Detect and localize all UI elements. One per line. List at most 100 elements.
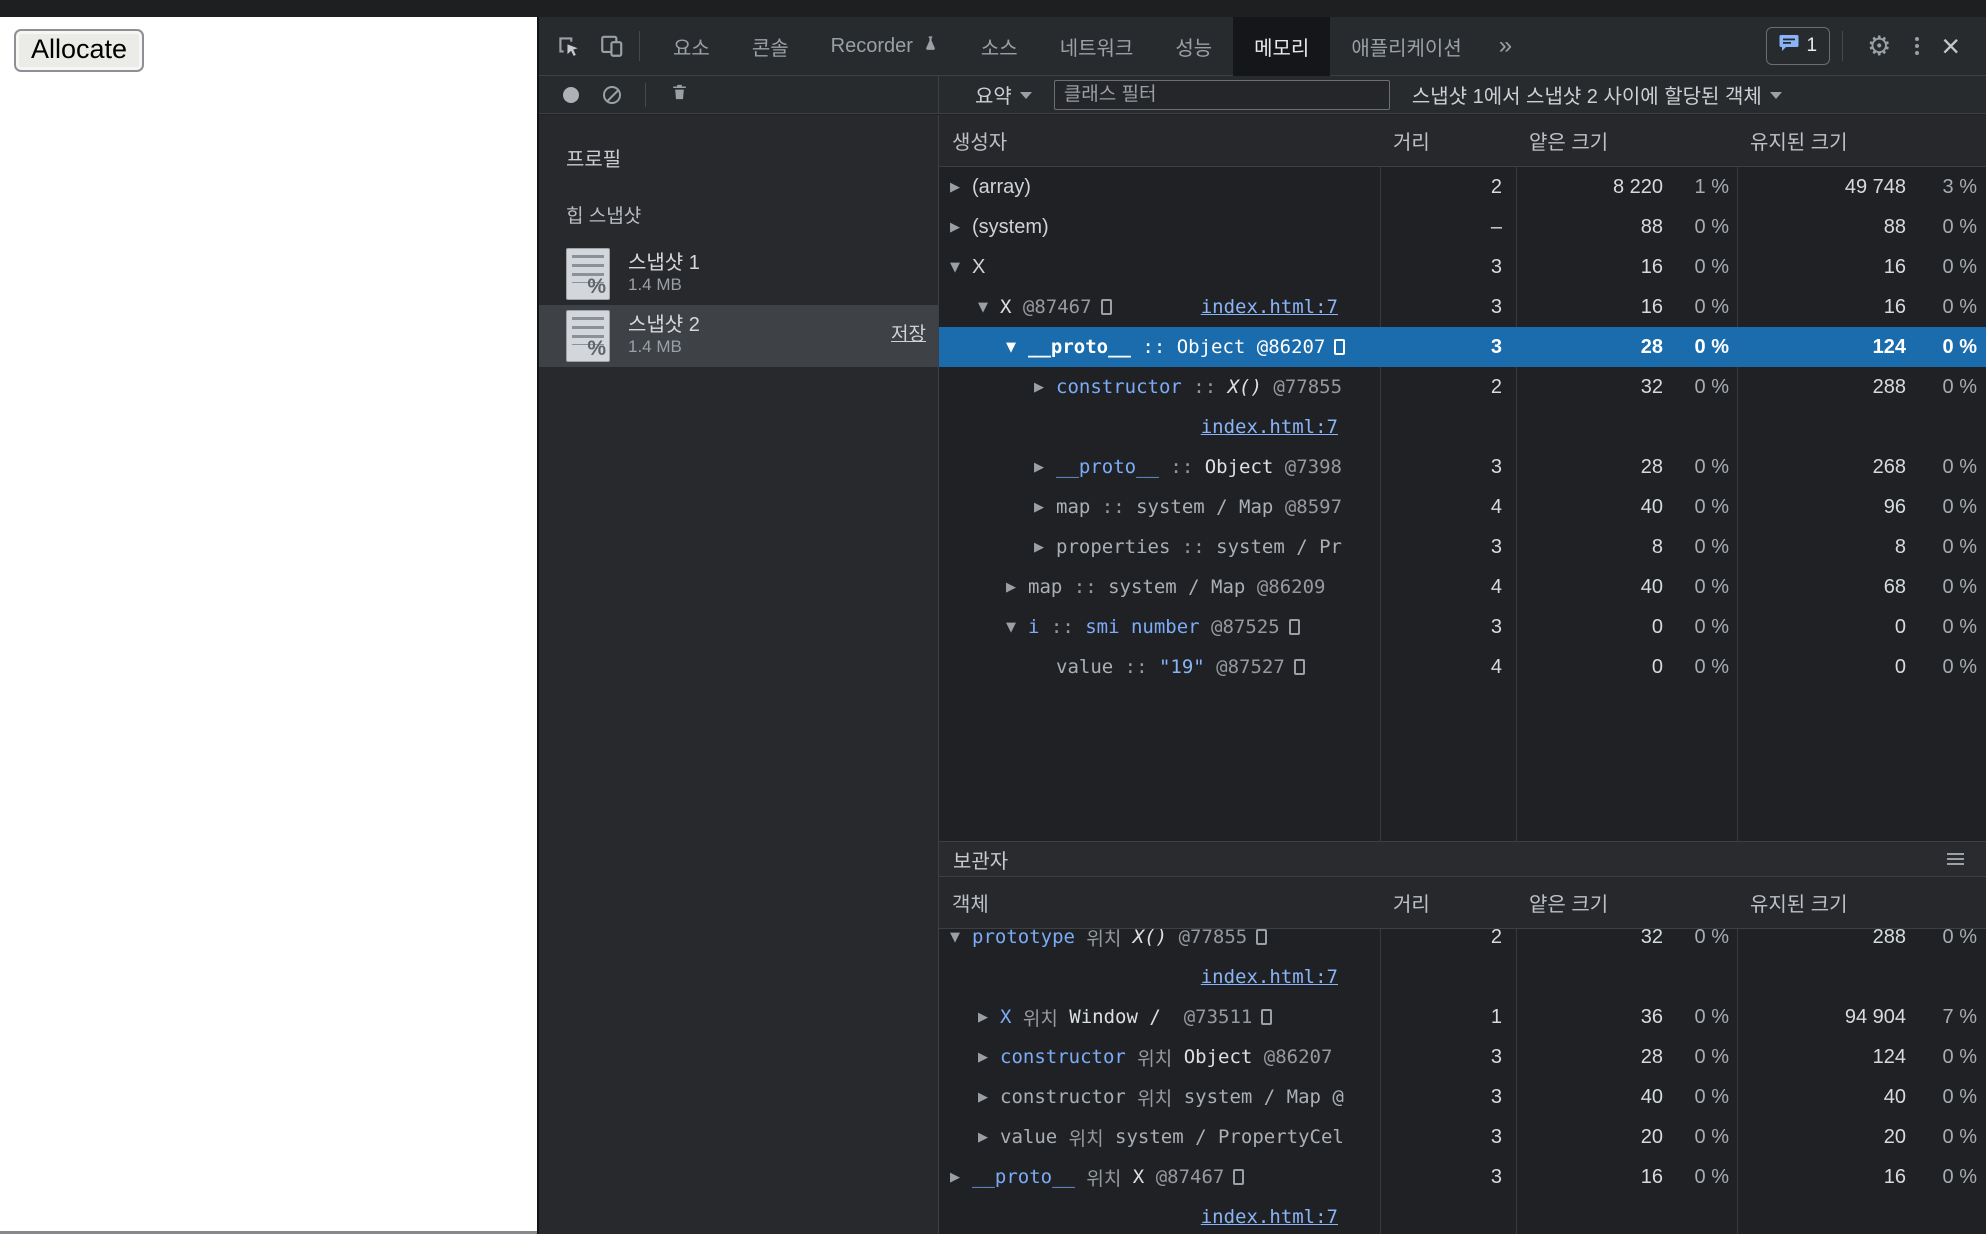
column-divider[interactable] — [1380, 877, 1381, 1234]
disclosure-arrow[interactable]: ▶ — [978, 1090, 1000, 1105]
class-filter-input[interactable] — [1053, 79, 1390, 110]
disclosure-arrow[interactable]: ▶ — [1034, 500, 1056, 515]
save-snapshot-link[interactable]: 저장 — [891, 319, 926, 346]
disclosure-arrow[interactable]: ▼ — [1006, 340, 1028, 355]
disclosure-arrow[interactable]: ▶ — [978, 1130, 1000, 1145]
issues-counter-button[interactable]: 1 — [1765, 27, 1831, 65]
retainers-table-header: 객체 거리 얕은 크기 유지된 크기 — [939, 877, 1986, 929]
disclosure-arrow[interactable]: ▶ — [1034, 540, 1056, 555]
table-row[interactable]: ▶ value 위치 system / PropertyCel 3 20 0 % 2… — [939, 1117, 1986, 1157]
more-tabs-button[interactable]: » — [1483, 32, 1528, 60]
table-row[interactable]: ▼ X @87467 index.html:7 3 16 0 % 16 0 % — [939, 287, 1986, 327]
text-segment: Object — [1204, 456, 1274, 478]
source-link[interactable]: index.html:7 — [1201, 416, 1338, 438]
column-header-constructor[interactable]: 생성자 — [939, 126, 1380, 155]
table-row[interactable]: ▶ constructor :: X() @77855 index.html:7 … — [939, 367, 1986, 447]
disclosure-arrow[interactable]: ▶ — [1034, 460, 1056, 475]
table-row-selected[interactable]: ▼ __proto__ :: Object @86207 3 28 0 % 124 0… — [939, 327, 1986, 367]
disclosure-arrow[interactable]: ▶ — [978, 1050, 1000, 1065]
table-row[interactable]: ▶ __proto__ 위치 X @87467 index.html:7 3 16… — [939, 1157, 1986, 1234]
table-row[interactable]: ▶ (system) – 88 0 % 88 0 % — [939, 207, 1986, 247]
table-row[interactable]: ▶ map :: system / Map @8597 4 40 0 % 96 0 % — [939, 487, 1986, 527]
table-row[interactable]: ▼ prototype 위치 X() @77855 index.html:7 2 … — [939, 917, 1986, 997]
table-row[interactable]: ▶ properties :: system / Pr 3 80 % 80 % — [939, 527, 1986, 567]
column-header-object[interactable]: 객체 — [939, 888, 1380, 917]
tab-sources[interactable]: 소스 — [960, 17, 1039, 76]
text-segment: @87527 — [1204, 656, 1285, 678]
table-row[interactable]: ▶ __proto__ :: Object @7398 3 28 0 % 268 0 … — [939, 447, 1986, 487]
column-header-shallow-size[interactable]: 얕은 크기 — [1516, 888, 1737, 917]
text-segment: :: — [1113, 656, 1159, 678]
text-segment: system / Map @ — [1183, 1086, 1344, 1108]
disclosure-arrow[interactable]: ▶ — [1034, 380, 1056, 395]
snapshot-scope-select[interactable]: 스냅샷 1에서 스냅샷 2 사이에 할당된 객체 — [1412, 80, 1782, 109]
clear-profiles-icon[interactable] — [603, 85, 621, 104]
object-reveal-icon[interactable] — [1293, 659, 1305, 675]
device-toolbar-icon[interactable] — [597, 17, 627, 76]
snapshot-item-1[interactable]: % 스냅샷 1 1.4 MB — [539, 243, 938, 305]
column-header-retained-size[interactable]: 유지된 크기 — [1737, 126, 1986, 155]
object-reveal-icon[interactable] — [1233, 1169, 1245, 1185]
chevron-down-icon — [1019, 92, 1032, 99]
object-reveal-icon[interactable] — [1288, 619, 1300, 635]
tab-console[interactable]: 콘솔 — [731, 17, 810, 76]
inspect-element-icon[interactable] — [553, 17, 583, 76]
text-segment: X() — [1227, 376, 1262, 398]
column-divider[interactable] — [1737, 115, 1738, 841]
settings-gear-icon[interactable]: ⚙ — [1855, 31, 1903, 62]
tab-performance[interactable]: 성능 — [1154, 17, 1233, 76]
source-link[interactable]: index.html:7 — [1201, 966, 1338, 988]
table-row[interactable]: ▶ constructor 위치 Object @86207 3 28 0 % 12… — [939, 1037, 1986, 1077]
column-divider[interactable] — [1516, 115, 1517, 841]
disclosure-arrow[interactable]: ▼ — [978, 300, 1000, 315]
table-row[interactable]: ▶ (array) 2 8 220 1 % 49 748 3 % — [939, 167, 1986, 207]
disclosure-arrow[interactable]: ▼ — [950, 930, 972, 945]
column-divider[interactable] — [1380, 115, 1381, 841]
column-header-shallow-size[interactable]: 얕은 크기 — [1516, 126, 1737, 155]
divider — [645, 82, 646, 107]
text-segment: @77855 — [1261, 376, 1343, 398]
tab-network[interactable]: 네트워크 — [1039, 17, 1155, 76]
disclosure-arrow[interactable]: ▼ — [950, 260, 972, 275]
table-row[interactable]: value :: "19" @87527 4 00 % 00 % — [939, 647, 1986, 687]
table-row[interactable]: ▶ map :: system / Map @86209 4 40 0 % 68 0 … — [939, 567, 1986, 607]
snapshot-item-2[interactable]: % 스냅샷 2 1.4 MB 저장 — [539, 305, 938, 367]
tab-recorder[interactable]: Recorder — [810, 17, 960, 76]
object-reveal-icon[interactable] — [1100, 299, 1112, 315]
table-row[interactable]: ▶ X 위치 Window / @73511 1 36 0 % 94 904 7 % — [939, 997, 1986, 1037]
retained-size-cell: 40 0 % — [1883, 1086, 1977, 1108]
source-link[interactable]: index.html:7 — [1201, 296, 1338, 318]
table-row[interactable]: ▶ constructor 위치 system / Map @ 3 40 0 % 4… — [939, 1077, 1986, 1117]
text-segment: X() — [1132, 926, 1168, 948]
allocate-button[interactable]: Allocate — [14, 29, 145, 72]
column-divider[interactable] — [1737, 877, 1738, 1234]
table-row[interactable]: ▼ i :: smi number @87525 3 00 % 00 % — [939, 607, 1986, 647]
column-header-distance[interactable]: 거리 — [1380, 126, 1516, 155]
disclosure-arrow[interactable]: ▼ — [1006, 620, 1028, 635]
tab-memory[interactable]: 메모리 — [1233, 16, 1331, 76]
view-mode-select[interactable]: 요약 — [975, 80, 1032, 109]
disclosure-arrow[interactable]: ▶ — [950, 1170, 972, 1185]
disclosure-arrow[interactable]: ▶ — [950, 180, 972, 195]
tab-elements[interactable]: 요소 — [652, 17, 731, 76]
column-header-distance[interactable]: 거리 — [1380, 888, 1516, 917]
disclosure-arrow[interactable]: ▶ — [950, 220, 972, 235]
object-reveal-icon[interactable] — [1261, 1009, 1273, 1025]
object-reveal-icon[interactable] — [1256, 929, 1268, 945]
kebab-menu-icon[interactable] — [1903, 34, 1931, 58]
source-link[interactable]: index.html:7 — [1201, 1206, 1338, 1228]
table-row[interactable]: ▼ X 3 16 0 % 16 0 % — [939, 247, 1986, 287]
divider — [1842, 31, 1844, 61]
hamburger-menu-icon[interactable] — [1947, 850, 1964, 868]
column-divider[interactable] — [1516, 877, 1517, 1234]
record-heap-icon[interactable] — [563, 86, 579, 103]
tab-application[interactable]: 애플리케이션 — [1330, 17, 1482, 76]
delete-profile-icon[interactable] — [670, 82, 689, 107]
column-header-retained-size[interactable]: 유지된 크기 — [1737, 888, 1986, 917]
retained-size-cell: 00 % — [1894, 656, 1977, 678]
disclosure-arrow[interactable]: ▶ — [978, 1010, 1000, 1025]
close-devtools-icon[interactable]: × — [1931, 30, 1970, 62]
retained-size-cell: 16 0 % — [1883, 1166, 1977, 1188]
disclosure-arrow[interactable]: ▶ — [1006, 580, 1028, 595]
object-reveal-icon[interactable] — [1334, 339, 1346, 355]
